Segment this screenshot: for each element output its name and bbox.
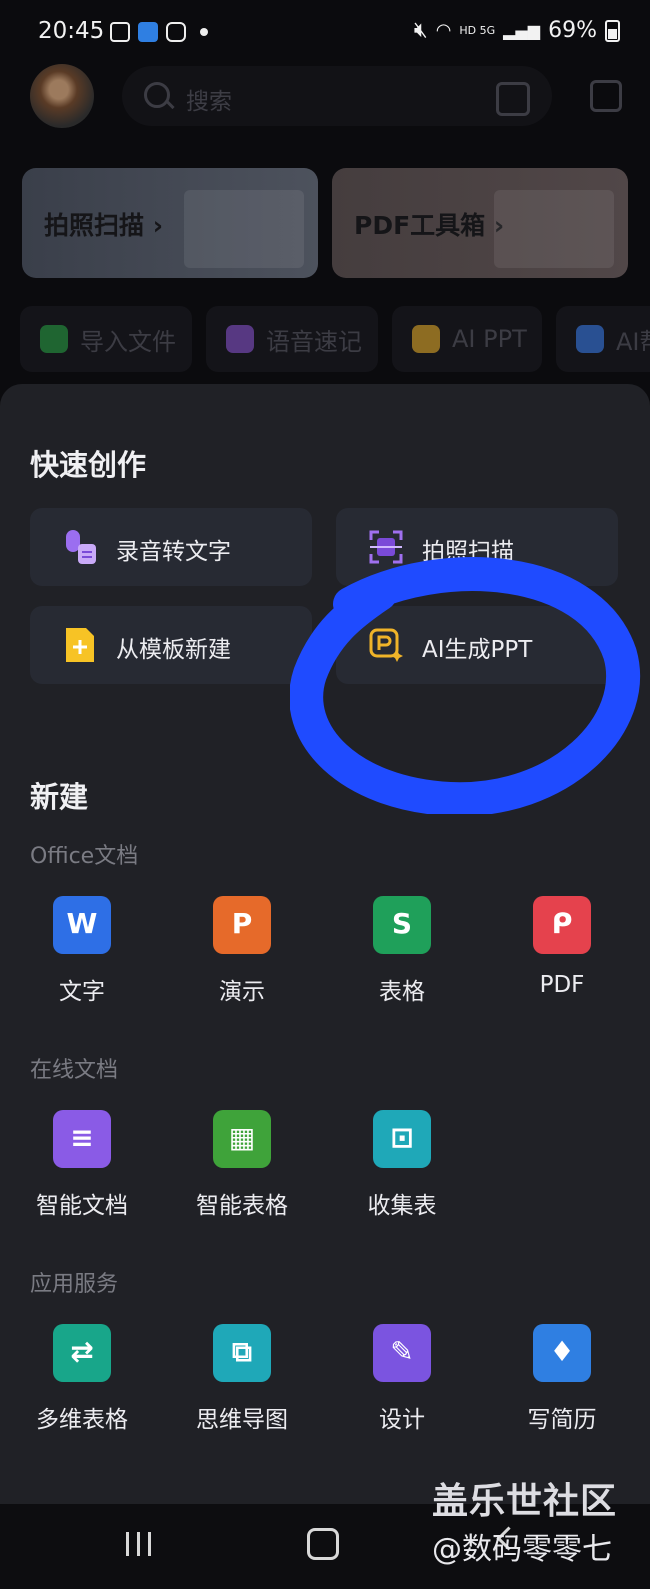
record-to-text-button[interactable]: 录音转文字: [30, 508, 312, 586]
form-icon: ⊡: [373, 1110, 431, 1168]
dot-notification-icon: [200, 28, 208, 36]
chip-label: AI帮: [616, 327, 650, 356]
new-pdf-tile[interactable]: ᑭ PDF: [492, 896, 632, 998]
smart-doc-icon: ≡: [53, 1110, 111, 1168]
photo-scan-card[interactable]: 拍照扫描 ›: [22, 168, 318, 278]
resume-icon: ♦: [533, 1324, 591, 1382]
app-services-heading: 应用服务: [30, 1272, 119, 1297]
status-bar: 20:45 🔇︎ ◠ HD 5G ▂▄▆ 69%: [0, 0, 650, 64]
mind-map-icon: ⧉: [213, 1324, 271, 1382]
quick-create-title: 快速创作: [30, 448, 147, 482]
status-time: 20:45: [38, 18, 105, 44]
smart-sheet-icon: ▦: [213, 1110, 271, 1168]
watermark-community: 盖乐世社区: [432, 1481, 618, 1522]
pdf-toolbox-label: PDF工具箱 ›: [354, 211, 505, 240]
new-presentation-tile[interactable]: P 演示: [172, 896, 312, 1006]
tile-label: 设计: [379, 1407, 425, 1433]
tile-label: 写简历: [527, 1407, 597, 1433]
ai-ppt-icon: [412, 325, 440, 353]
design-icon: ✎: [373, 1324, 431, 1382]
chip-import-file[interactable]: 导入文件: [20, 306, 192, 372]
battery-percent: 69%: [548, 18, 597, 43]
new-smart-sheet-tile[interactable]: ▦ 智能表格: [172, 1110, 312, 1220]
search-bar[interactable]: 搜索: [122, 66, 552, 126]
battery-icon: [605, 19, 620, 42]
template-icon: [66, 628, 94, 662]
spreadsheet-icon: S: [373, 896, 431, 954]
pdf-icon: ᑭ: [533, 896, 591, 954]
recents-button[interactable]: [124, 1532, 154, 1556]
new-form-tile[interactable]: ⊡ 收集表: [332, 1110, 472, 1220]
online-docs-heading: 在线文档: [30, 1058, 119, 1083]
tile-label: 文字: [59, 979, 105, 1005]
check-notification-icon: [166, 22, 186, 42]
wechat-icon: [40, 325, 68, 353]
new-word-tile[interactable]: W 文字: [12, 896, 152, 1006]
signal-icon: ▂▄▆: [503, 21, 541, 40]
presentation-icon: P: [213, 896, 271, 954]
tabs-icon[interactable]: [590, 80, 622, 112]
office-docs-heading: Office文档: [30, 844, 139, 869]
ai-help-icon: [576, 325, 604, 353]
avatar[interactable]: [30, 64, 94, 128]
top-bar: 搜索: [0, 60, 650, 132]
tile-label: 表格: [379, 979, 425, 1005]
chip-label: AI PPT: [452, 325, 527, 353]
scan-illustration: [184, 190, 304, 268]
pdf-illustration: [494, 190, 614, 268]
from-template-label: 从模板新建: [116, 637, 231, 663]
gallery-notification-icon: [110, 22, 130, 42]
wifi-icon: ◠: [435, 20, 452, 41]
new-multidim-table-tile[interactable]: ⇄ 多维表格: [12, 1324, 152, 1434]
mute-icon: 🔇︎: [413, 18, 428, 43]
photo-scan-label: 拍照扫描 ›: [44, 211, 164, 240]
record-to-text-label: 录音转文字: [116, 539, 231, 565]
chip-label: 语音速记: [266, 327, 362, 356]
multidim-table-icon: ⇄: [53, 1324, 111, 1382]
search-placeholder: 搜索: [186, 89, 232, 115]
new-resume-tile[interactable]: ♦ 写简历: [492, 1324, 632, 1434]
create-sheet: 快速创作 录音转文字 拍照扫描 从模板新建 AI生成PPT 新建 Office文…: [0, 384, 650, 1504]
new-title: 新建: [30, 780, 89, 814]
chip-label: 导入文件: [80, 327, 176, 356]
network-label: HD 5G: [459, 24, 496, 37]
tile-label: 思维导图: [196, 1407, 288, 1433]
watermark-author: @数码零零七: [432, 1532, 612, 1567]
from-template-button[interactable]: 从模板新建: [30, 606, 312, 684]
voice-icon: [226, 325, 254, 353]
tile-label: PDF: [539, 972, 585, 998]
tile-label: 收集表: [367, 1193, 437, 1219]
scan-icon[interactable]: [496, 82, 530, 116]
shortcut-chips: 导入文件 语音速记 AI PPT AI帮: [20, 306, 650, 372]
search-icon: [144, 82, 170, 108]
new-design-tile[interactable]: ✎ 设计: [332, 1324, 472, 1434]
highlight-circle-annotation: [290, 557, 641, 814]
tile-label: 智能表格: [196, 1193, 288, 1219]
new-spreadsheet-tile[interactable]: S 表格: [332, 896, 472, 1006]
tile-label: 多维表格: [36, 1407, 128, 1433]
pdf-toolbox-card[interactable]: PDF工具箱 ›: [332, 168, 628, 278]
chip-ai-help[interactable]: AI帮: [556, 306, 650, 372]
new-smart-doc-tile[interactable]: ≡ 智能文档: [12, 1110, 152, 1220]
chip-ai-ppt[interactable]: AI PPT: [392, 306, 542, 372]
tile-label: 演示: [219, 979, 265, 1005]
recording-icon: [66, 530, 96, 564]
chip-voice-note[interactable]: 语音速记: [206, 306, 378, 372]
home-button[interactable]: [307, 1528, 339, 1560]
tile-label: 智能文档: [36, 1193, 128, 1219]
new-mind-map-tile[interactable]: ⧉ 思维导图: [172, 1324, 312, 1434]
word-icon: W: [53, 896, 111, 954]
app-notification-icon: [138, 22, 158, 42]
